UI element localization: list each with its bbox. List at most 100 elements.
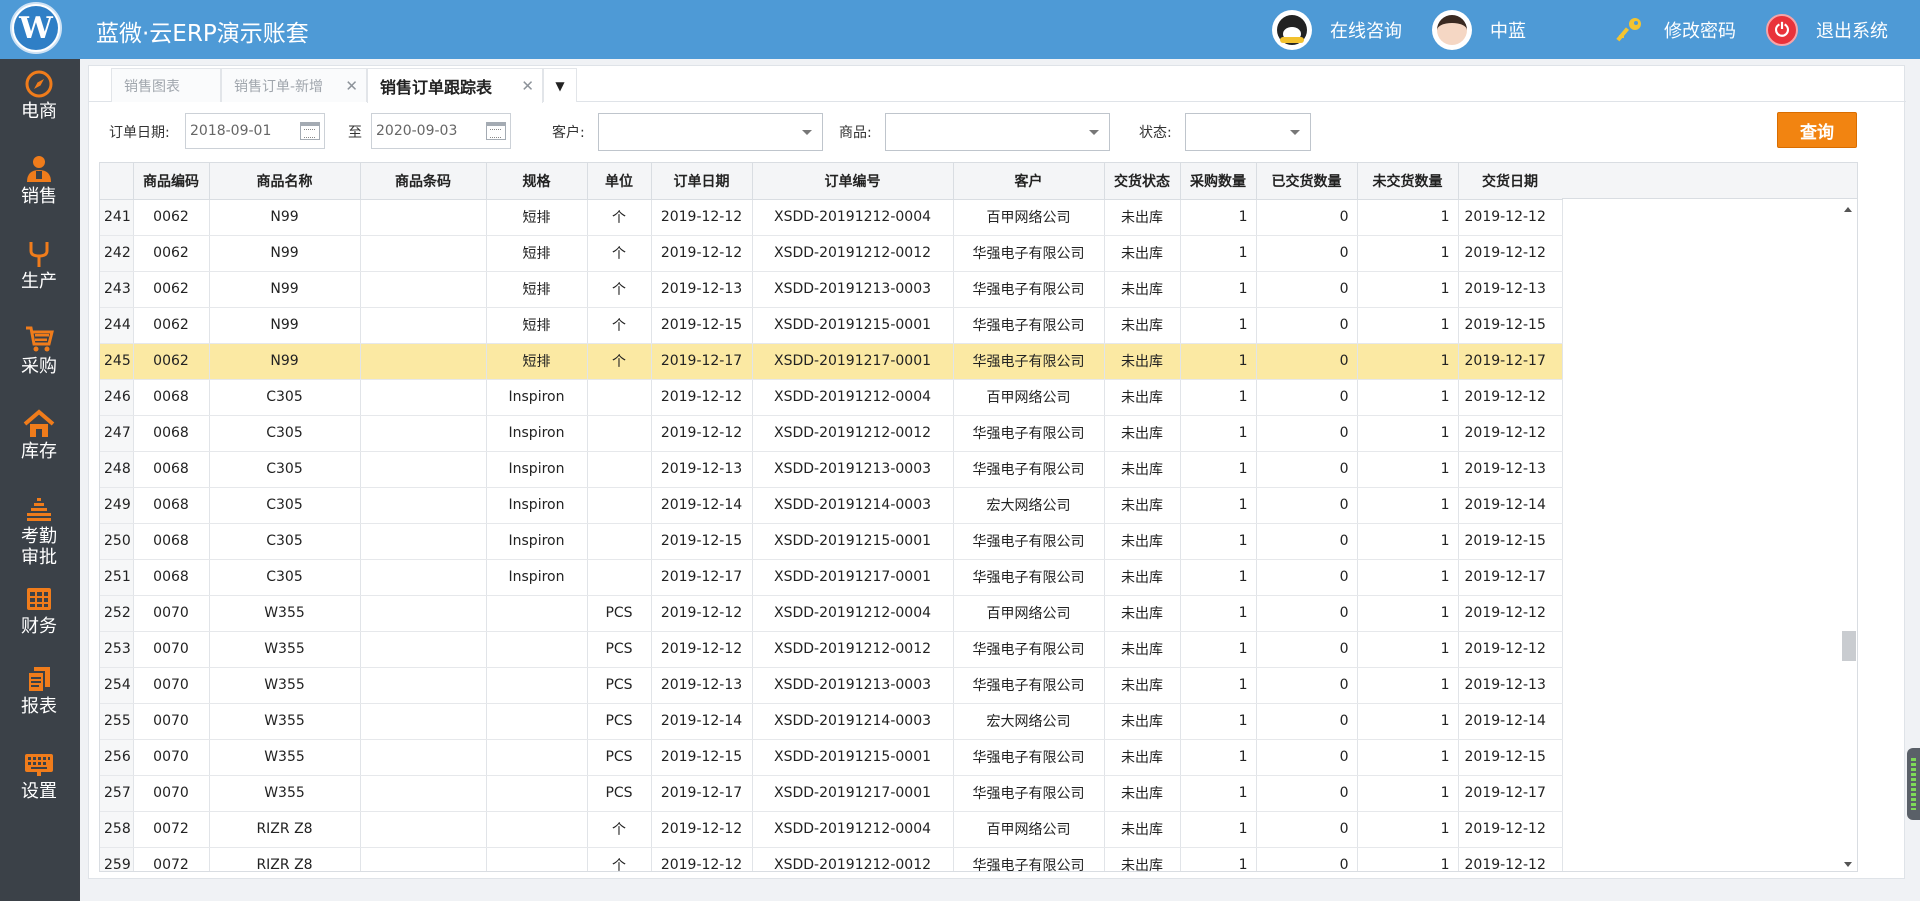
cell-spec: [486, 847, 588, 871]
table-row[interactable]: 256 0070 W355 PCS 2019-12-15 XSDD-20191215-00…: [100, 739, 1563, 776]
cell-row-number: 241: [100, 199, 134, 236]
sidebar-item-production[interactable]: 生产: [0, 239, 78, 292]
table-row[interactable]: 247 0068 C305 Inspiron 2019-12-12 XSDD-201912…: [100, 415, 1563, 452]
sidebar-item-purchase[interactable]: 采购: [0, 324, 78, 377]
column-header-customer[interactable]: 客户: [953, 163, 1105, 200]
column-header-delivery-date[interactable]: 交货日期: [1458, 163, 1563, 200]
calendar-icon[interactable]: [300, 122, 320, 140]
table-row[interactable]: 244 0062 N99 短排个 2019-12-15 XSDD-20191215-000…: [100, 307, 1563, 344]
cell-delivery-date: 2019-12-15: [1458, 739, 1563, 776]
close-icon[interactable]: ✕: [345, 77, 358, 95]
sidebar-item-finance[interactable]: 财务: [0, 584, 78, 637]
table-row[interactable]: 255 0070 W355 PCS 2019-12-14 XSDD-20191214-00…: [100, 703, 1563, 740]
column-header-delivered-qty[interactable]: 已交货数量: [1256, 163, 1358, 200]
cell-product-code: 0070: [133, 775, 210, 812]
column-header-product-barcode[interactable]: 商品条码: [360, 163, 487, 200]
table-row[interactable]: 241 0062 N99 短排个 2019-12-12 XSDD-20191212-000…: [100, 199, 1563, 236]
online-consult-label: 在线咨询: [1330, 21, 1402, 42]
column-header-product-code[interactable]: 商品编码: [133, 163, 210, 200]
tab-dropdown-button[interactable]: ▼: [543, 68, 577, 102]
tab-sales-chart[interactable]: 销售图表: [111, 68, 221, 102]
column-header-spec[interactable]: 规格: [486, 163, 588, 200]
cell-order-number: XSDD-20191217-0001: [752, 775, 954, 812]
column-header-order-date[interactable]: 订单日期: [651, 163, 753, 200]
cell-row-number: 244: [100, 307, 134, 344]
table-row[interactable]: 254 0070 W355 PCS 2019-12-13 XSDD-20191213-00…: [100, 667, 1563, 704]
column-header-unit[interactable]: 单位: [587, 163, 652, 200]
cell-product-name: RIZR Z8: [209, 847, 361, 871]
salesperson-icon: [22, 154, 56, 184]
sidebar-item-reports[interactable]: 报表: [0, 664, 78, 717]
user-profile[interactable]: 中蓝: [1432, 10, 1526, 50]
sidebar-label-finance: 财务: [21, 616, 57, 637]
logout-link[interactable]: ⏻ 退出系统: [1766, 10, 1888, 50]
column-header-row-number[interactable]: [100, 163, 134, 200]
cell-spec: [486, 595, 588, 632]
table-row[interactable]: 258 0072 RIZR Z8 个 2019-12-12 XSDD-20191212-0…: [100, 811, 1563, 848]
key-icon: [1614, 14, 1646, 46]
scroll-up-icon[interactable]: [1844, 207, 1852, 212]
side-status-widget[interactable]: [1907, 748, 1920, 820]
online-consult-link[interactable]: 在线咨询: [1272, 10, 1402, 50]
sidebar-item-attendance[interactable]: 考勤 审批: [0, 494, 78, 568]
cell-product-code: 0072: [133, 811, 210, 848]
status-select[interactable]: [1185, 113, 1311, 151]
table-row[interactable]: 259 0072 RIZR Z8 个 2019-12-12 XSDD-20191212-0…: [100, 847, 1563, 871]
sidebar-label-ecommerce: 电商: [21, 101, 57, 122]
sidebar-item-settings[interactable]: 设置: [0, 749, 78, 802]
cell-customer: 华强电子有限公司: [953, 847, 1105, 871]
filter-bar: 订单日期: 2018-09-01 至 2020-09-03 客户: 商品: 状态…: [89, 102, 1906, 162]
date-from-input[interactable]: 2018-09-01: [185, 113, 325, 149]
cell-order-number: XSDD-20191212-0004: [752, 379, 954, 416]
cell-undelivered-qty: 1: [1357, 271, 1459, 308]
cell-product-barcode: [360, 271, 487, 308]
cell-spec: [486, 667, 588, 704]
table-row[interactable]: 257 0070 W355 PCS 2019-12-17 XSDD-20191217-00…: [100, 775, 1563, 812]
scrollbar-thumb[interactable]: [1842, 631, 1856, 661]
column-header-delivery-status[interactable]: 交货状态: [1104, 163, 1181, 200]
column-header-order-number[interactable]: 订单编号: [752, 163, 954, 200]
cell-product-barcode: [360, 811, 487, 848]
tab-sales-order-tracking[interactable]: 销售订单跟踪表 ✕: [367, 68, 543, 103]
cell-delivered-qty: 0: [1256, 847, 1358, 871]
tab-label: 销售订单-新增: [234, 78, 324, 95]
sidebar-item-inventory[interactable]: 库存: [0, 409, 78, 462]
column-header-undelivered-qty[interactable]: 未交货数量: [1357, 163, 1459, 200]
calendar-icon[interactable]: [486, 122, 506, 140]
date-to-input[interactable]: 2020-09-03: [371, 113, 511, 149]
table-row[interactable]: 250 0068 C305 Inspiron 2019-12-15 XSDD-201912…: [100, 523, 1563, 560]
table-row[interactable]: 248 0068 C305 Inspiron 2019-12-13 XSDD-201912…: [100, 451, 1563, 488]
product-select[interactable]: [885, 113, 1110, 151]
cell-delivery-date: 2019-12-17: [1458, 775, 1563, 812]
sidebar-item-ecommerce[interactable]: 电商: [0, 69, 78, 122]
table-row[interactable]: 253 0070 W355 PCS 2019-12-12 XSDD-20191212-00…: [100, 631, 1563, 668]
cell-order-number: XSDD-20191215-0001: [752, 523, 954, 560]
cell-purchase-qty: 1: [1180, 199, 1257, 236]
sidebar-item-sales[interactable]: 销售: [0, 154, 78, 207]
table-row[interactable]: 243 0062 N99 短排个 2019-12-13 XSDD-20191213-000…: [100, 271, 1563, 308]
table-row[interactable]: 249 0068 C305 Inspiron 2019-12-14 XSDD-201912…: [100, 487, 1563, 524]
table-row[interactable]: 245 0062 N99 短排个 2019-12-17 XSDD-20191217-000…: [100, 343, 1563, 380]
table-row[interactable]: 252 0070 W355 PCS 2019-12-12 XSDD-20191212-00…: [100, 595, 1563, 632]
query-button[interactable]: 查询: [1777, 112, 1857, 148]
sidebar-label-inventory: 库存: [21, 441, 57, 462]
qq-icon: [1272, 10, 1312, 50]
close-icon[interactable]: ✕: [521, 77, 534, 95]
table-row[interactable]: 251 0068 C305 Inspiron 2019-12-17 XSDD-201912…: [100, 559, 1563, 596]
scroll-down-icon[interactable]: [1844, 862, 1852, 867]
tab-bar: 销售图表 销售订单-新增 ✕ 销售订单跟踪表 ✕ ▼: [89, 66, 1906, 103]
cell-row-number: 257: [100, 775, 134, 812]
cell-order-date: 2019-12-13: [651, 451, 753, 488]
vertical-scrollbar[interactable]: [1840, 199, 1857, 871]
table-row[interactable]: 246 0068 C305 Inspiron 2019-12-12 XSDD-201912…: [100, 379, 1563, 416]
column-header-purchase-qty[interactable]: 采购数量: [1180, 163, 1257, 200]
cell-order-number: XSDD-20191215-0001: [752, 307, 954, 344]
column-header-product-name[interactable]: 商品名称: [209, 163, 361, 200]
compass-icon: [22, 69, 56, 99]
tab-sales-order-new[interactable]: 销售订单-新增 ✕: [221, 68, 367, 102]
customer-select[interactable]: [598, 113, 823, 151]
change-password-link[interactable]: 修改密码: [1614, 10, 1736, 50]
cell-order-number: XSDD-20191213-0003: [752, 667, 954, 704]
table-row[interactable]: 242 0062 N99 短排个 2019-12-12 XSDD-20191212-001…: [100, 235, 1563, 272]
cell-product-name: C305: [209, 415, 361, 452]
